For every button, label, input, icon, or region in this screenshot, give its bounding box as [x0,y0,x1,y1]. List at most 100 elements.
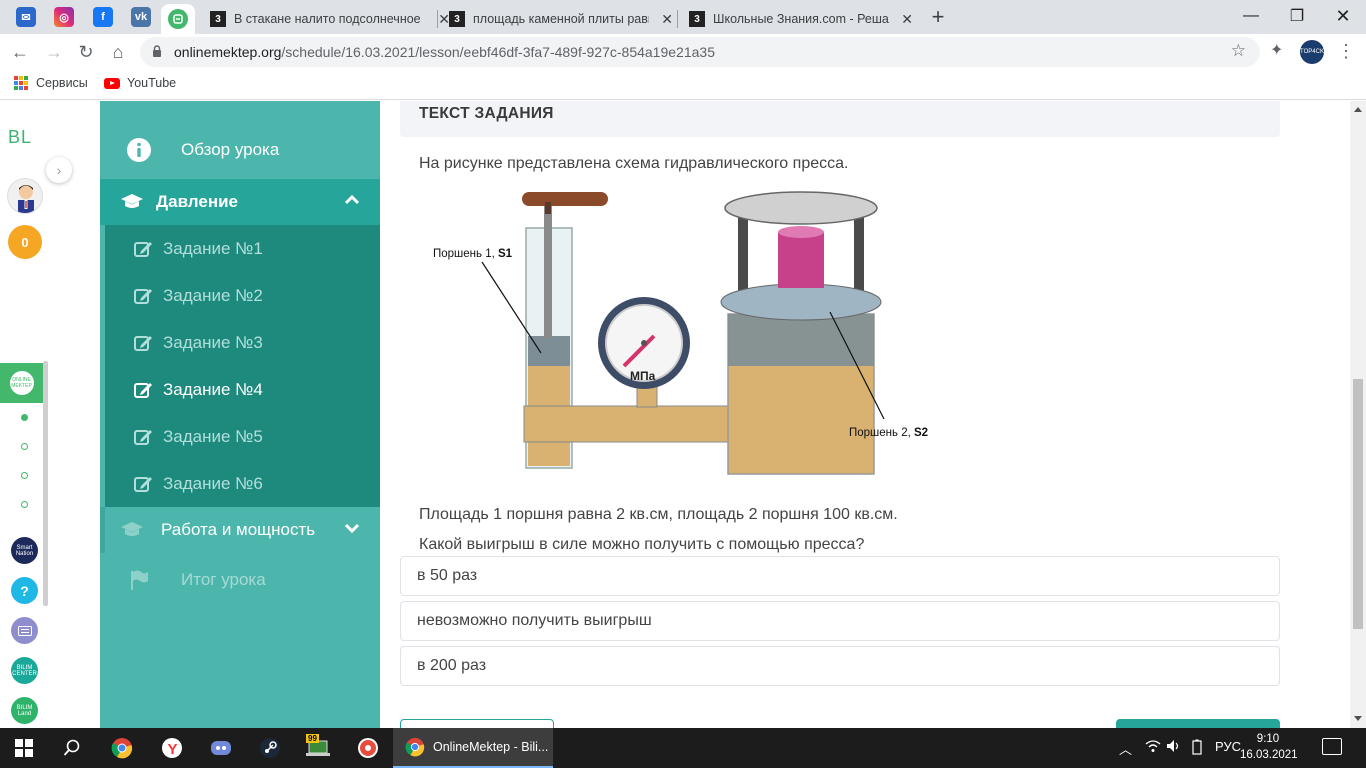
sidebar-item-result[interactable]: Итог урока [100,556,380,604]
new-tab-button[interactable]: + [926,4,950,30]
minimize-button[interactable]: — [1228,2,1274,30]
previous-button[interactable] [400,719,554,728]
answer-option-2[interactable]: невозможно получить выигрыш [400,601,1280,641]
bilimland-app[interactable]: BILIM Land [11,697,38,724]
mail-tab-icon[interactable]: ✉ [16,7,36,27]
clock-date: 16.03.2021 [1240,749,1298,761]
submit-button[interactable] [1116,719,1280,728]
facebook-tab-icon[interactable]: f [93,7,113,27]
edit-icon [133,427,153,447]
profile-avatar[interactable]: TOP4CK [1300,40,1324,64]
onlinemektep-app-button[interactable]: ONLINE MEKTEP [0,363,43,403]
rail-dot[interactable] [21,501,28,508]
scroll-down-arrow-icon[interactable] [1354,716,1362,721]
answer-option-3[interactable]: в 200 раз [400,646,1280,686]
taskbar-discord[interactable] [197,728,245,768]
tab-znanija[interactable]: 3 Школьные Знания.com - Решаем ✕ [679,4,913,34]
bilim-center-app[interactable]: BILIM CENTER [11,657,38,684]
bookmark-youtube[interactable]: YouTube [104,76,176,90]
search-button[interactable] [48,728,96,768]
edit-icon [133,380,153,400]
bilimland-logo[interactable]: BL [8,127,32,148]
language-indicator[interactable]: РУС [1215,739,1241,754]
chevron-down-icon [344,521,360,539]
rail-dot-active[interactable] [21,414,28,421]
piston1-area-symbol: S1 [498,248,513,260]
vk-tab-icon[interactable]: vk [131,7,151,27]
close-tab-icon[interactable]: ✕ [661,11,673,28]
back-button[interactable]: ← [8,40,32,64]
address-bar[interactable]: onlinemektep.org/schedule/16.03.2021/les… [140,37,1260,67]
graduation-cap-icon [118,516,146,544]
taskbar-laptop-app[interactable]: 99 [294,728,342,768]
svg-text:Y: Y [168,741,178,758]
network-icon[interactable] [1145,739,1161,756]
expand-rail-button[interactable]: › [46,157,72,183]
sidebar-task-1[interactable]: Задание №1 [105,225,380,272]
search-icon [63,739,80,756]
clock-time: 9:10 [1256,733,1280,745]
forward-button[interactable]: → [42,40,66,64]
tab-sunflower[interactable]: 3 В стакане налито подсолнечное ✕ [200,4,450,34]
znanija-icon: 3 [449,11,465,27]
sidebar-topic-work-power[interactable]: Работа и мощность [100,507,380,553]
piston1-text: Поршень 1, [433,248,495,260]
bookmark-star-icon[interactable]: ☆ [1231,41,1246,61]
system-clock[interactable]: 9:10 16.03.2021 [1240,731,1298,763]
sidebar-task-5[interactable]: Задание №5 [105,413,380,460]
chrome-menu-icon[interactable]: ⋮ [1336,40,1356,62]
taskbar-media-app[interactable] [344,728,392,768]
rail-dot[interactable] [21,443,28,450]
smart-nation-app[interactable]: Smart Nation [11,537,38,564]
home-button[interactable]: ⌂ [106,40,130,64]
sidebar-item-overview[interactable]: Обзор урока [100,124,380,176]
onlinemektep-tab-active[interactable] [161,4,195,34]
scroll-thumb[interactable] [1353,379,1363,629]
scroll-up-arrow-icon[interactable] [1354,107,1362,112]
battery-icon[interactable] [1192,739,1202,758]
tab-title: В стакане налито подсолнечное [234,12,421,26]
bookmark-services[interactable]: Сервисы [14,76,88,90]
instagram-tab-icon[interactable]: ◎ [54,7,74,27]
volume-icon[interactable] [1166,739,1182,756]
help-button[interactable]: ? [11,577,38,604]
taskbar-yandex[interactable]: Y [148,728,196,768]
restore-button[interactable]: ❐ [1274,2,1320,30]
taskbar-chrome[interactable] [98,728,146,768]
taskbar-steam[interactable] [246,728,294,768]
user-avatar[interactable] [7,178,43,214]
taskbar-active-window[interactable]: OnlineMektep - Bili... [393,728,553,768]
sidebar-task-3[interactable]: Задание №3 [105,319,380,366]
sidebar-topic-label: Давление [156,192,238,211]
piston2-label: Поршень 2, S2 [849,427,928,439]
sidebar-task-label: Задание №5 [163,426,263,446]
url-path: /schedule/16.03.2021/lesson/eebf46df-3fa… [281,44,715,60]
extensions-puzzle-icon[interactable]: ✦ [1270,40,1283,60]
sidebar-task-2[interactable]: Задание №2 [105,272,380,319]
question-line-prompt: Какой выигрыш в силе можно получить с по… [419,536,865,553]
coins-badge[interactable]: 0 [8,225,42,259]
url-host: onlinemektep.org [174,44,282,60]
task-header: ТЕКСТ ЗАДАНИЯ [400,101,1280,137]
sidebar-task-4[interactable]: Задание №4 [105,366,380,413]
close-tab-icon[interactable]: ✕ [901,11,913,28]
edit-icon [133,239,153,259]
sidebar-task-6[interactable]: Задание №6 [105,460,380,507]
page-scrollbar[interactable] [1350,101,1366,728]
bookmarks-bar: Сервисы YouTube [0,70,1366,100]
chevron-right-icon: › [56,162,62,178]
close-window-button[interactable]: ✕ [1320,2,1366,30]
rail-dot[interactable] [21,472,28,479]
answer-option-1[interactable]: в 50 раз [400,556,1280,596]
reload-button[interactable]: ↻ [74,40,98,64]
start-button[interactable] [0,728,48,768]
notifications-icon[interactable] [1322,738,1342,755]
sidebar-topic-pressure[interactable]: Давление [100,179,380,225]
answer-text: в 50 раз [417,567,478,584]
graduation-cap-icon [118,188,146,216]
keyboard-app[interactable] [11,617,38,644]
tray-expand-icon[interactable]: ︿ [1119,739,1132,758]
profile-text: TOP4CK [1300,49,1324,55]
tab-stone-slab[interactable]: 3 площадь каменной плиты равна ✕ [439,4,673,34]
onlinemektep-tab-icon [168,9,188,29]
